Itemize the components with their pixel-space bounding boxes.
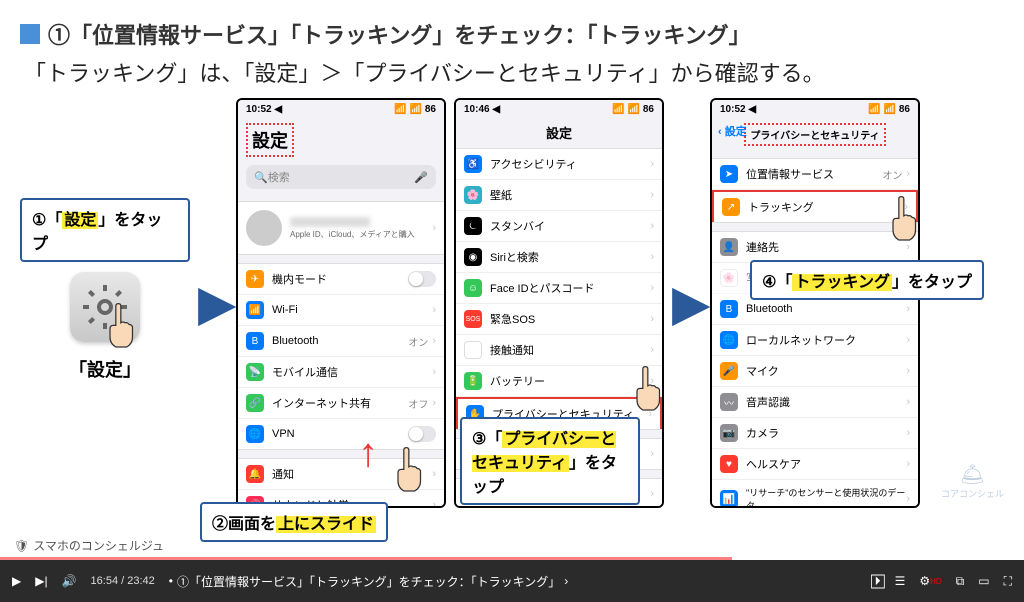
accessibility-icon: ♿ [464, 155, 482, 173]
location-arrow-icon: ➤ [720, 165, 738, 183]
row-wifi: 📶Wi-Fi› [238, 295, 444, 326]
screen-header: ‹ 設定 プライバシーとセキュリティ [712, 119, 918, 150]
phone-screen-3: 10:52 ◀ 📶 📶 86 ‹ 設定 プライバシーとセキュリティ ➤位置情報サ… [710, 98, 920, 508]
link-icon: 🔗 [246, 394, 264, 412]
row-faceid: ☺Face IDとパスコード› [456, 273, 662, 304]
arrow-icon: ▶ [672, 274, 702, 332]
back-link: ‹ 設定 [718, 123, 747, 139]
slide-title: ①「位置情報サービス」「トラッキング」をチェック：「トラッキング」 [48, 18, 751, 50]
row-wallpaper: 🌸壁紙› [456, 180, 662, 211]
contacts-icon: 👤 [720, 238, 738, 256]
bell-icon: 🔔 [246, 465, 264, 483]
search-input: 🔍 検索 🎤 [246, 165, 436, 189]
row-vpn: 🌐VPN [238, 419, 444, 449]
status-bar: 10:52 ◀ 📶 📶 86 [712, 100, 918, 119]
fullscreen-button[interactable]: ⛶ [1004, 574, 1012, 589]
callout-step2: ②画面を上にスライド [200, 502, 388, 542]
vpn-icon: 🌐 [246, 425, 264, 443]
siri-icon: ◉ [464, 248, 482, 266]
slide-subtitle: 「トラッキング」は、「設定」＞「プライバシーとセキュリティ」から確認する。 [24, 56, 1004, 88]
settings-title-highlighted: 設定 [246, 123, 294, 157]
row-airplane: ✈機内モード [238, 264, 444, 295]
watermark-logo: 🛎 コアコンシェル [941, 462, 1004, 500]
row-mic: 🎤マイク› [712, 356, 918, 387]
photos-icon: 🌸 [720, 269, 738, 287]
screen-title: 設定 [456, 119, 662, 146]
video-player-controls: ▶ ▶| 🔊 16:54 / 23:42 • ①「位置情報サービス」「トラッキン… [0, 560, 1024, 602]
research-icon: 📊 [720, 490, 738, 508]
pointing-hand-icon [627, 365, 664, 415]
network-icon: 🌐 [720, 331, 738, 349]
left-column: ①「設定」をタップ 「設定」 [20, 98, 190, 382]
pointing-hand-icon [883, 195, 920, 245]
settings-label: 「設定」 [69, 356, 141, 382]
chapter-button[interactable]: • ①「位置情報サービス」「トラッキング」をチェック：「トラッキング」 › [169, 573, 569, 590]
standby-icon: ⏾ [464, 217, 482, 235]
row-location: ➤位置情報サービスオン› [712, 159, 918, 190]
row-research: 📊"リサーチ"のセンサーと使用状況のデータ› [712, 480, 918, 508]
title-bullet-icon [20, 24, 40, 44]
theater-button[interactable]: ▭ [978, 574, 989, 588]
row-speech: 〰音声認識› [712, 387, 918, 418]
bluetooth-icon: B [246, 332, 264, 350]
row-bluetooth: BBluetoothオン› [238, 326, 444, 357]
apple-id-row: Apple ID、iCloud、メディアと購入 › [238, 202, 444, 254]
pointing-hand-icon [388, 446, 428, 496]
toggle-icon [408, 271, 436, 287]
callout-step3: ③「プライバシーとセキュリティ」をタップ [460, 417, 640, 505]
row-sos: SOS緊急SOS› [456, 304, 662, 335]
row-localnet: 🌐ローカルネットワーク› [712, 325, 918, 356]
exposure-icon: ⚕ [464, 341, 482, 359]
flower-icon: 🌸 [464, 186, 482, 204]
callout-step1: ①「設定」をタップ [20, 198, 190, 262]
slide-content: ①「位置情報サービス」「トラッキング」をチェック：「トラッキング」 「トラッキン… [0, 0, 1024, 560]
row-standby: ⏾スタンバイ› [456, 211, 662, 242]
bluetooth-icon: B [720, 300, 738, 318]
status-bar: 10:46 ◀ 📶 📶 86 [456, 100, 662, 119]
waveform-icon: 〰 [720, 393, 738, 411]
time-display: 16:54 / 23:42 [91, 575, 155, 587]
autoplay-toggle[interactable]: ⏵⃞ [875, 574, 881, 589]
row-accessibility: ♿アクセシビリティ› [456, 149, 662, 180]
title-row: ①「位置情報サービス」「トラッキング」をチェック：「トラッキング」 [20, 18, 1004, 50]
privacy-title-highlighted: プライバシーとセキュリティ [744, 123, 885, 146]
chevron-right-icon: › [564, 574, 568, 588]
airplane-icon: ✈ [246, 270, 264, 288]
next-button[interactable]: ▶| [35, 574, 47, 588]
channel-brand: 🛡 スマホのコンシェルジュ [14, 537, 164, 554]
shield-icon: 🛡 [14, 539, 29, 553]
row-cellular: 📡モバイル通信› [238, 357, 444, 388]
camera-icon: 📷 [720, 424, 738, 442]
row-hotspot: 🔗インターネット共有オフ› [238, 388, 444, 419]
blurred-name [290, 217, 370, 227]
tracking-icon: ↗ [722, 198, 740, 216]
battery-icon: 🔋 [464, 372, 482, 390]
row-health: ♥ヘルスケア› [712, 449, 918, 480]
volume-button[interactable]: 🔊 [62, 574, 77, 588]
wifi-icon: 📶 [246, 301, 264, 319]
faceid-icon: ☺ [464, 279, 482, 297]
miniplayer-button[interactable]: ⧉ [956, 574, 965, 589]
heart-icon: ♥ [720, 455, 738, 473]
callout-step4: ④「トラッキング」をタップ [750, 260, 984, 300]
antenna-icon: 📡 [246, 363, 264, 381]
pointing-hand-icon [100, 302, 140, 352]
captions-button[interactable]: ☰ [895, 574, 906, 588]
toggle-icon [408, 426, 436, 442]
sos-icon: SOS [464, 310, 482, 328]
phone-screen-1: 10:52 ◀ 📶 📶 86 設定 🔍 検索 🎤 Apple ID、iCloud… [236, 98, 446, 508]
avatar-icon [246, 210, 282, 246]
mic-icon: 🎤 [720, 362, 738, 380]
red-up-arrow-icon: ↑ [358, 431, 378, 476]
settings-button[interactable]: ⚙HD [919, 574, 941, 588]
play-button[interactable]: ▶ [12, 574, 21, 588]
arrow-icon: ▶ [198, 274, 228, 332]
row-exposure: ⚕接触通知› [456, 335, 662, 366]
row-camera: 📷カメラ› [712, 418, 918, 449]
status-bar: 10:52 ◀ 📶 📶 86 [238, 100, 444, 119]
row-siri: ◉Siriと検索› [456, 242, 662, 273]
